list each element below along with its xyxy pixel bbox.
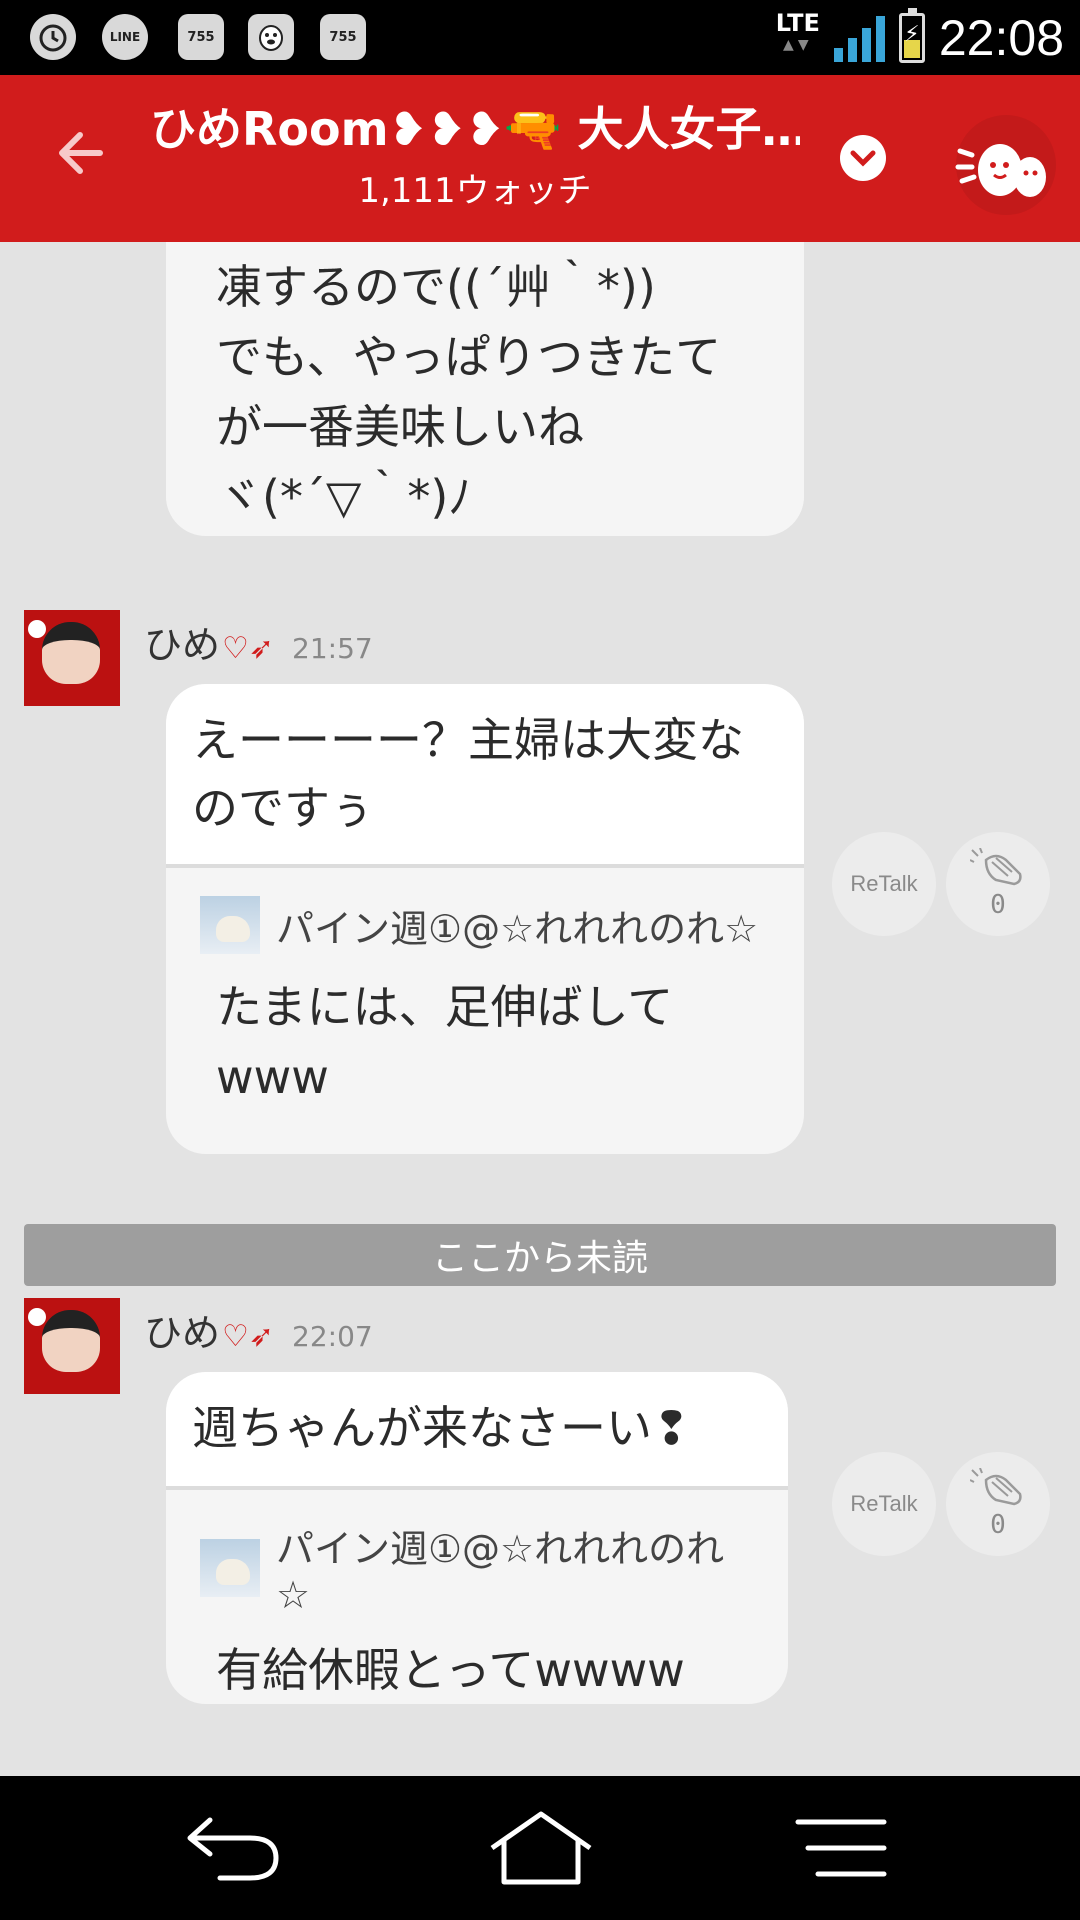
heart-arrow-icon: ♡➶: [222, 631, 275, 666]
message-text: えーーーー？主婦は大変なのですぅ: [166, 684, 804, 864]
room-title: ひめRoom❥❥❥🔫 大人女子…: [150, 102, 800, 156]
message-text: 週ちゃんが来なさーい❢: [166, 1372, 788, 1486]
watch-count: 1,111ウォッチ: [358, 171, 592, 211]
author-name: ひめ♡➶: [144, 1311, 275, 1355]
mascot-icon: [955, 144, 1046, 197]
line-app-icon: LINE: [102, 14, 148, 60]
room-title-area[interactable]: ひめRoom❥❥❥🔫 大人女子… 1,111ウォッチ: [150, 93, 800, 212]
clock: 22:08: [938, 9, 1064, 66]
quote-author: パイン週①@☆れれれのれ☆: [275, 1527, 725, 1617]
message-text-line: でも、やっぱりつきたて: [216, 330, 722, 384]
message-text-line: ヾ(*´▽｀*)ﾉ: [216, 470, 472, 524]
menu-icon: [795, 1819, 887, 1877]
duck-app-icon: [248, 14, 294, 60]
quote-author: パイン週①@☆れれれのれ☆: [276, 906, 759, 951]
quote-text: 有給休暇とってwwww: [216, 1643, 685, 1697]
unread-divider: ここから未読: [24, 1224, 1056, 1286]
chevron-down-icon: [850, 150, 876, 167]
message-text-line: 凍するので((´艸｀*)): [216, 260, 656, 314]
mascot-button[interactable]: [955, 115, 1056, 215]
home-icon: [490, 1811, 592, 1885]
quote-text: たまには、足伸ばしてwww: [216, 980, 674, 1104]
back-button[interactable]: [52, 123, 112, 183]
quote-avatar: [200, 1538, 260, 1597]
clap-count: 0: [990, 890, 1006, 920]
message-time: 21:57: [292, 632, 373, 665]
clap-button[interactable]: 0: [946, 832, 1050, 936]
retalk-button[interactable]: ReTalk: [832, 832, 936, 936]
heart-arrow-icon: ♡➶: [222, 1319, 275, 1354]
message-meta: ひめ♡➶ 22:07: [144, 1302, 373, 1357]
clap-icon: [970, 1468, 1022, 1506]
avatar[interactable]: [24, 610, 120, 706]
nav-back-button[interactable]: [180, 1808, 290, 1888]
status-bar: LINE 755 755 LTE ▲▼ ⚡ 22:08: [0, 0, 1080, 75]
signal-icon: [833, 14, 885, 62]
message-text-line: が一番美味しいね: [216, 400, 584, 454]
retalk-label: ReTalk: [850, 1491, 918, 1516]
message-bubble[interactable]: えーーーー？主婦は大変なのですぅ パイン週①@☆れれれのれ☆ たまには、足伸ばし…: [166, 684, 804, 1154]
message-bubble[interactable]: 凍するので((´艸｀*)) でも、やっぱりつきたて が一番美味しいね ヾ(*´▽…: [166, 242, 804, 536]
quoted-message[interactable]: パイン週①@☆れれれのれ☆ たまには、足伸ばしてwww: [166, 864, 804, 1152]
chat-timeline[interactable]: 凍するので((´艸｀*)) でも、やっぱりつきたて が一番美味しいね ヾ(*´▽…: [0, 242, 1080, 1776]
room-menu-dropdown-button[interactable]: [840, 135, 886, 181]
retalk-button[interactable]: ReTalk: [832, 1452, 936, 1556]
network-type: LTE ▲▼: [775, 8, 820, 53]
quote-avatar: [200, 896, 260, 954]
retalk-label: ReTalk: [850, 871, 918, 896]
message-bubble[interactable]: 週ちゃんが来なさーい❢ パイン週①@☆れれれのれ☆ 有給休暇とってwwww: [166, 1372, 788, 1704]
message-time: 22:07: [292, 1320, 373, 1353]
system-nav-bar: [0, 1776, 1080, 1920]
back-icon: [187, 1817, 279, 1881]
nav-menu-button[interactable]: [794, 1808, 904, 1888]
battery-icon: ⚡: [898, 7, 925, 63]
clap-icon: [970, 848, 1022, 886]
author-name: ひめ♡➶: [144, 623, 275, 667]
nav-home-button[interactable]: [486, 1808, 596, 1888]
app-icon: 755: [320, 14, 366, 60]
avatar[interactable]: [24, 1298, 120, 1394]
app-icon: 755: [178, 14, 224, 60]
arrow-left-icon: [59, 132, 103, 174]
clap-button[interactable]: 0: [946, 1452, 1050, 1556]
room-header: ひめRoom❥❥❥🔫 大人女子… 1,111ウォッチ: [0, 75, 1080, 242]
alarm-icon: [30, 14, 76, 60]
quoted-message[interactable]: パイン週①@☆れれれのれ☆ 有給休暇とってwwww: [166, 1486, 788, 1704]
message-meta: ひめ♡➶ 21:57: [144, 614, 373, 669]
clap-count: 0: [990, 1510, 1006, 1540]
